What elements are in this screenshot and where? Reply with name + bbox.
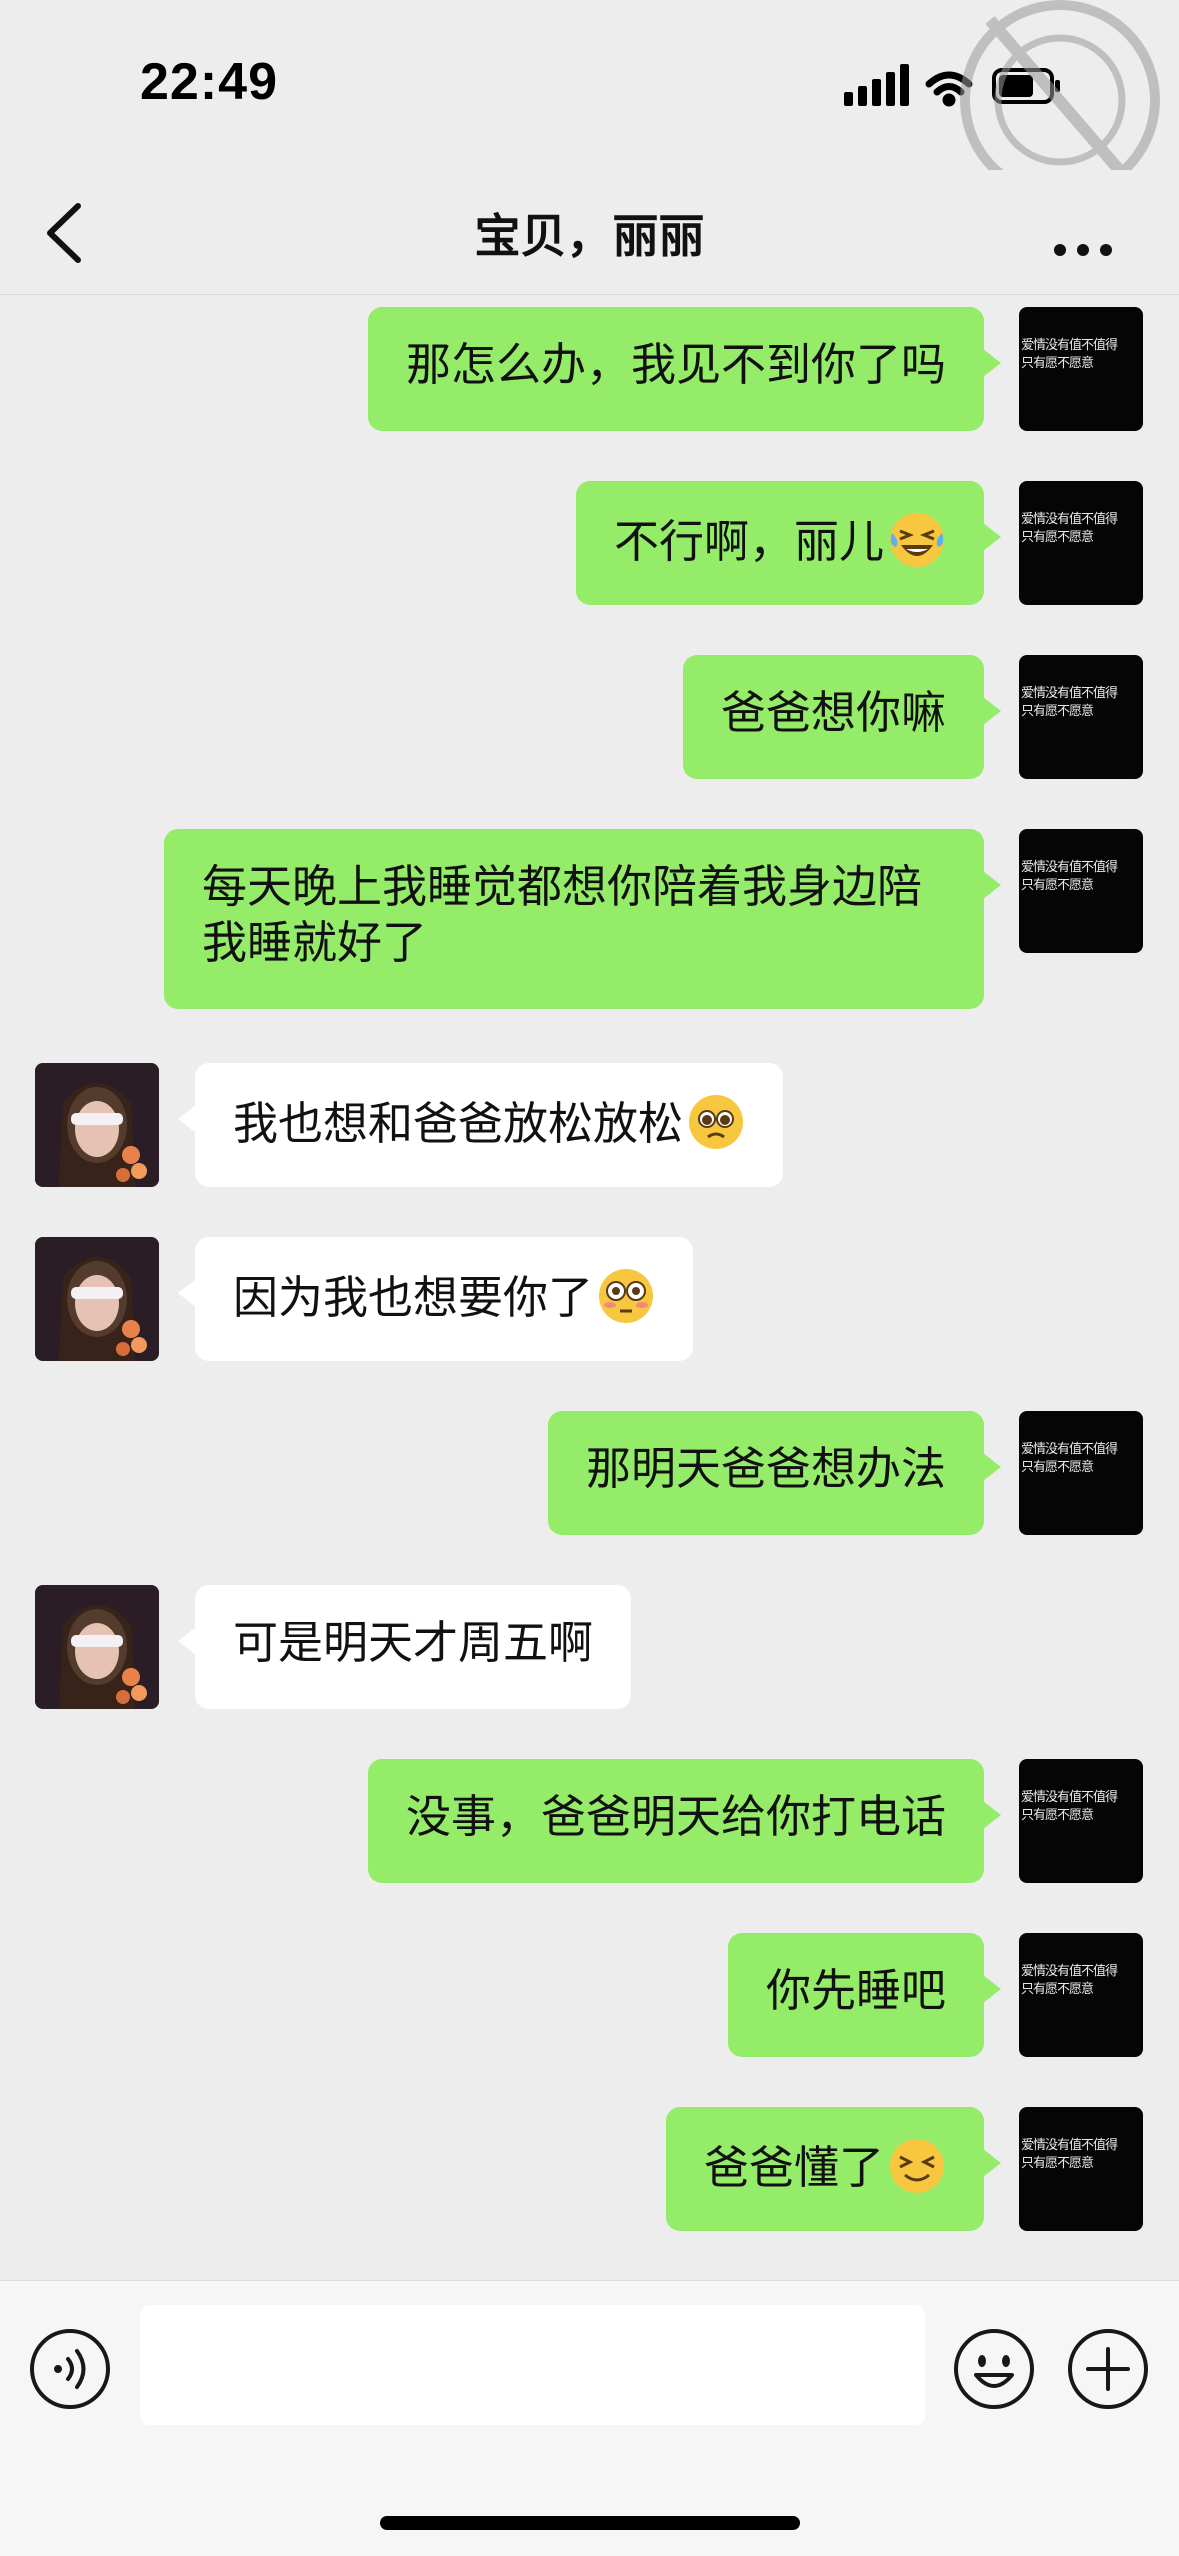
grinning-squint-emoji bbox=[890, 2139, 944, 2193]
message-row: 因为我也想要你了 bbox=[0, 1237, 1179, 1361]
contact-avatar-photo bbox=[35, 1237, 159, 1361]
laughing-tears-emoji bbox=[890, 513, 944, 567]
plus-icon[interactable] bbox=[1066, 2327, 1150, 2411]
message-bubble[interactable]: 那明天爸爸想办法 bbox=[547, 1411, 1002, 1535]
message-row: 没事，爸爸明天给你打电话 爱情没有值不值得 只有愿不愿意 bbox=[0, 1759, 1179, 1883]
message-row: 那怎么办，我见不到你了吗 爱情没有值不值得 只有愿不愿意 bbox=[0, 307, 1179, 431]
input-bar bbox=[0, 2280, 1179, 2556]
message-input[interactable] bbox=[140, 2305, 925, 2425]
avatar-caption: 爱情没有值不值得 只有愿不愿意 bbox=[1021, 686, 1118, 719]
my-avatar[interactable]: 爱情没有值不值得 只有愿不愿意 bbox=[1019, 1933, 1143, 2057]
contact-avatar-photo bbox=[35, 1585, 159, 1709]
message-text: 因为我也想要你了 bbox=[233, 1271, 594, 1324]
message-row: 可是明天才周五啊 bbox=[0, 1585, 1179, 1709]
message-row: 那明天爸爸想办法 爱情没有值不值得 只有愿不愿意 bbox=[0, 1411, 1179, 1535]
message-text: 可是明天才周五啊 bbox=[233, 1616, 594, 1669]
my-avatar[interactable]: 爱情没有值不值得 只有愿不愿意 bbox=[1019, 1759, 1143, 1883]
my-avatar[interactable]: 爱情没有值不值得 只有愿不愿意 bbox=[1019, 1411, 1143, 1535]
avatar-caption: 爱情没有值不值得 只有愿不愿意 bbox=[1021, 860, 1118, 893]
message-bubble[interactable]: 每天晚上我睡觉都想你陪着我身边陪我睡就好了 bbox=[164, 829, 1001, 1009]
message-text: 没事，爸爸明天给你打电话 bbox=[405, 1790, 946, 1843]
contact-avatar[interactable] bbox=[35, 1063, 159, 1187]
contact-avatar-photo bbox=[35, 1063, 159, 1187]
contact-avatar[interactable] bbox=[35, 1237, 159, 1361]
flushed-emoji bbox=[599, 1269, 654, 1323]
message-bubble[interactable]: 因为我也想要你了 bbox=[177, 1237, 694, 1361]
message-text: 那怎么办，我见不到你了吗 bbox=[405, 338, 946, 391]
message-text: 不行啊，丽儿 bbox=[613, 515, 884, 568]
pleading-emoji bbox=[689, 1095, 744, 1149]
avatar-caption: 爱情没有值不值得 只有愿不愿意 bbox=[1021, 1442, 1118, 1475]
avatar-caption: 爱情没有值不值得 只有愿不愿意 bbox=[1021, 338, 1118, 371]
my-avatar[interactable]: 爱情没有值不值得 只有愿不愿意 bbox=[1019, 307, 1143, 431]
avatar-caption: 爱情没有值不值得 只有愿不愿意 bbox=[1021, 2138, 1118, 2171]
smiley-icon[interactable] bbox=[952, 2327, 1036, 2411]
message-text: 我也想和爸爸放松放松 bbox=[233, 1097, 684, 1150]
message-bubble[interactable]: 那怎么办，我见不到你了吗 bbox=[367, 307, 1002, 431]
message-bubble[interactable]: 爸爸想你嘛 bbox=[682, 655, 1002, 779]
signal-icon bbox=[844, 64, 909, 106]
message-list: 那怎么办，我见不到你了吗 爱情没有值不值得 只有愿不愿意 不行啊，丽儿 爱情没有… bbox=[0, 295, 1179, 2280]
message-row: 爸爸想你嘛 爱情没有值不值得 只有愿不愿意 bbox=[0, 655, 1179, 779]
message-text: 每天晚上我睡觉都想你陪着我身边陪我睡就好了 bbox=[202, 860, 923, 969]
message-bubble[interactable]: 没事，爸爸明天给你打电话 bbox=[367, 1759, 1002, 1883]
my-avatar[interactable]: 爱情没有值不值得 只有愿不愿意 bbox=[1019, 2107, 1143, 2231]
nav-bar: 宝贝，丽丽 bbox=[0, 170, 1179, 295]
home-indicator bbox=[380, 2516, 800, 2530]
message-text: 爸爸想你嘛 bbox=[720, 686, 946, 739]
message-bubble[interactable]: 可是明天才周五啊 bbox=[177, 1585, 632, 1709]
more-icon[interactable] bbox=[1045, 200, 1125, 260]
my-avatar[interactable]: 爱情没有值不值得 只有愿不愿意 bbox=[1019, 655, 1143, 779]
message-bubble[interactable]: 爸爸懂了 bbox=[665, 2107, 1002, 2231]
message-row: 你先睡吧 爱情没有值不值得 只有愿不愿意 bbox=[0, 1933, 1179, 2057]
message-row: 每天晚上我睡觉都想你陪着我身边陪我睡就好了 爱情没有值不值得 只有愿不愿意 bbox=[0, 829, 1179, 1009]
message-row: 不行啊，丽儿 爱情没有值不值得 只有愿不愿意 bbox=[0, 481, 1179, 605]
my-avatar[interactable]: 爱情没有值不值得 只有愿不愿意 bbox=[1019, 481, 1143, 605]
message-text: 你先睡吧 bbox=[765, 1964, 946, 2017]
message-row: 爸爸懂了 爱情没有值不值得 只有愿不愿意 bbox=[0, 2107, 1179, 2231]
avatar-caption: 爱情没有值不值得 只有愿不愿意 bbox=[1021, 512, 1118, 545]
avatar-caption: 爱情没有值不值得 只有愿不愿意 bbox=[1021, 1964, 1118, 1997]
contact-avatar[interactable] bbox=[35, 1585, 159, 1709]
message-text: 爸爸懂了 bbox=[703, 2141, 884, 2194]
message-bubble[interactable]: 我也想和爸爸放松放松 bbox=[177, 1063, 784, 1187]
voice-icon[interactable] bbox=[28, 2327, 112, 2411]
message-text: 那明天爸爸想办法 bbox=[585, 1442, 946, 1495]
message-bubble[interactable]: 不行啊，丽儿 bbox=[575, 481, 1002, 605]
avatar-caption: 爱情没有值不值得 只有愿不愿意 bbox=[1021, 1790, 1118, 1823]
message-row: 我也想和爸爸放松放松 bbox=[0, 1063, 1179, 1187]
message-bubble[interactable]: 你先睡吧 bbox=[727, 1933, 1002, 2057]
status-time: 22:49 bbox=[140, 53, 278, 111]
chat-title: 宝贝，丽丽 bbox=[474, 209, 705, 263]
my-avatar[interactable]: 爱情没有值不值得 只有愿不愿意 bbox=[1019, 829, 1143, 953]
